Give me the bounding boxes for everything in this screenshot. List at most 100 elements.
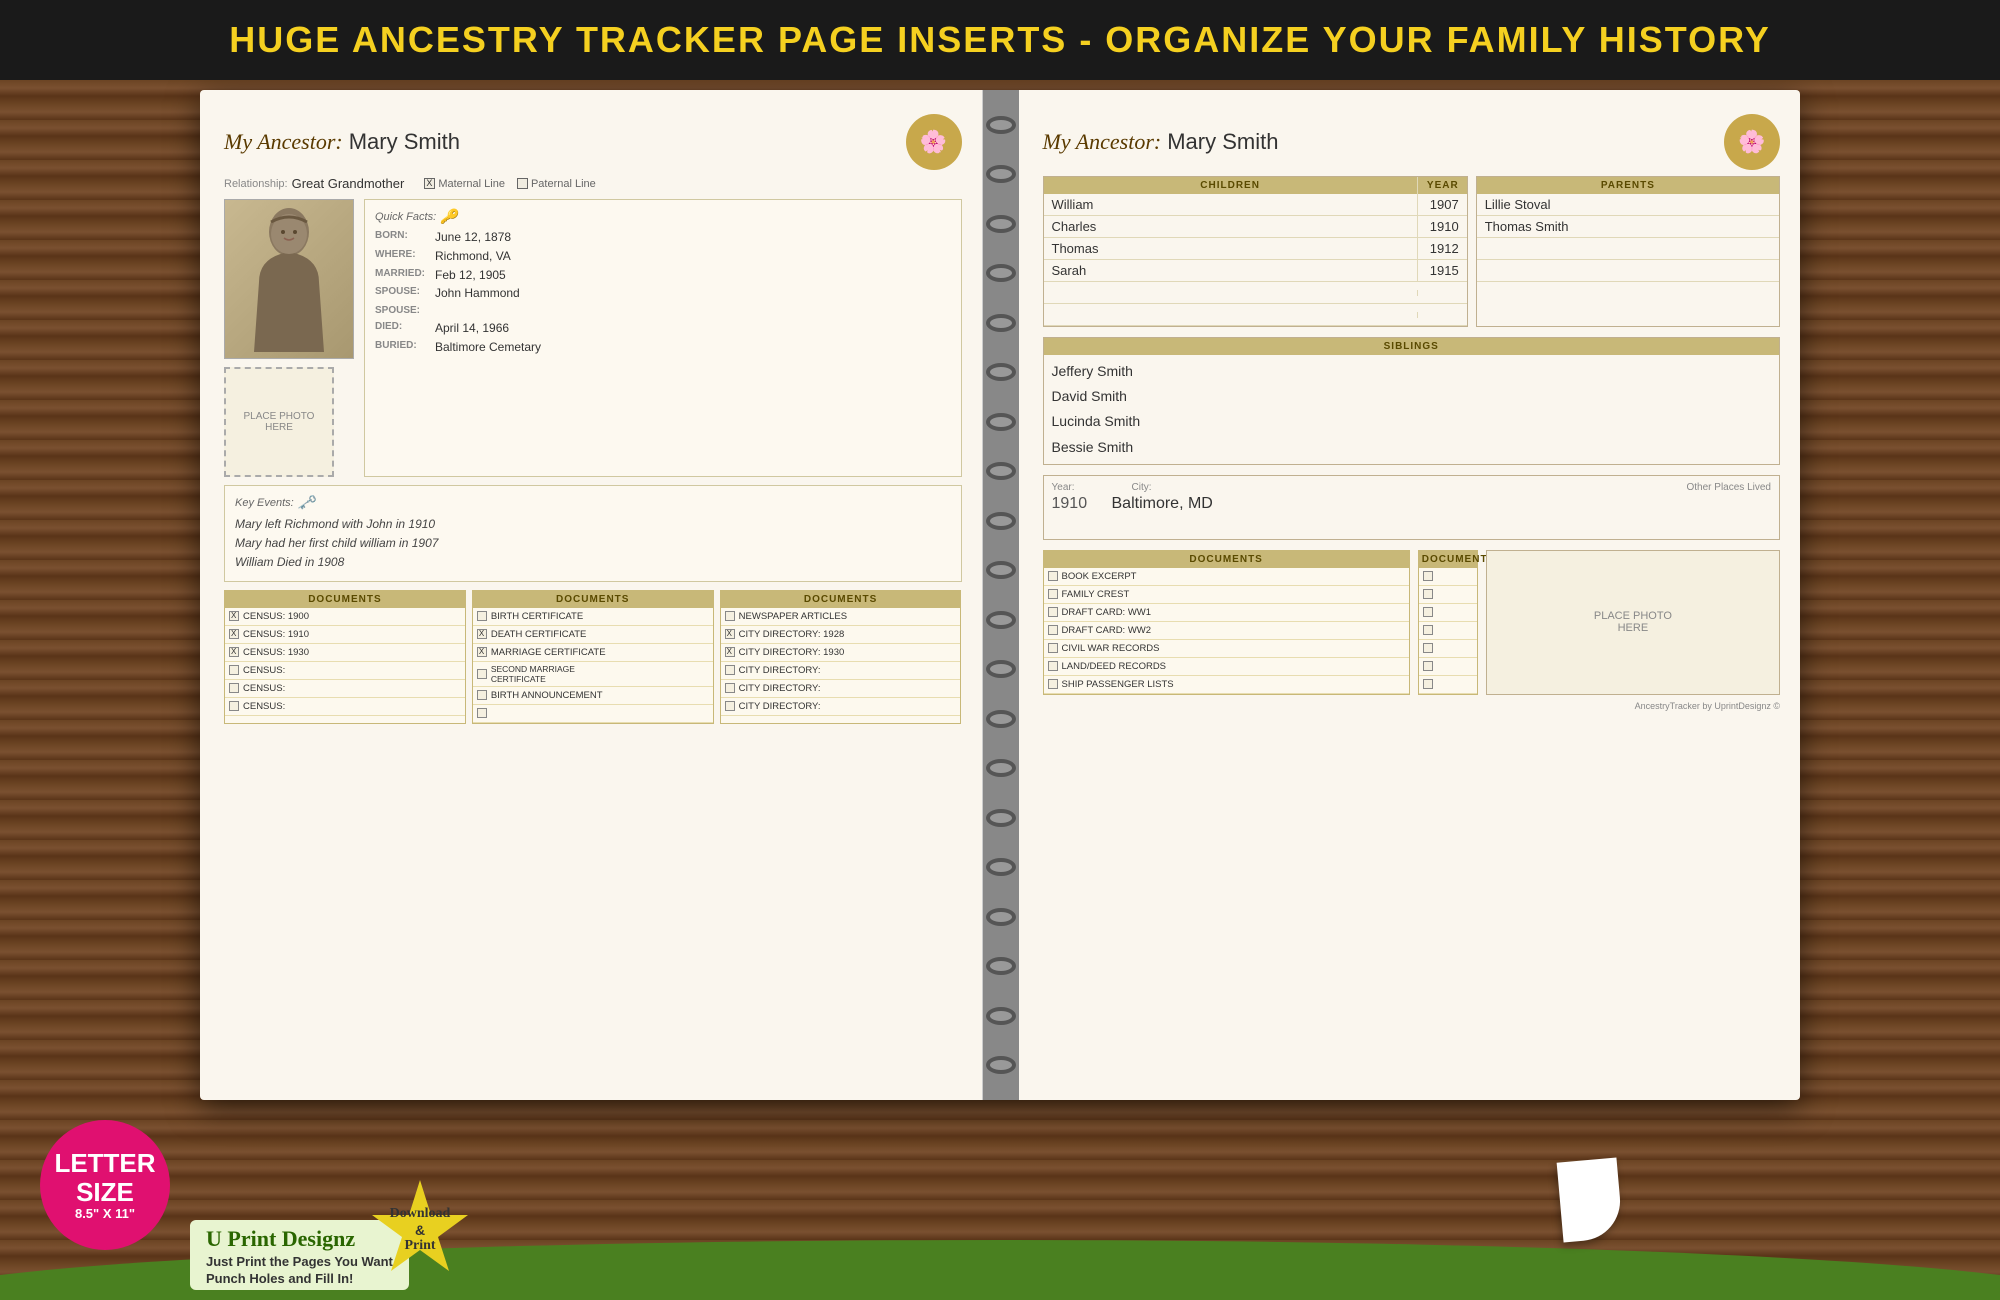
paternal-line-label: Paternal Line — [531, 178, 596, 190]
ancestor-photo — [224, 199, 354, 359]
extra-cb-7[interactable] — [1423, 679, 1433, 689]
draft-card-ww1-checkbox[interactable] — [1048, 607, 1058, 617]
extra-cb-6[interactable] — [1423, 661, 1433, 671]
right-doc-col-1: DOCUMENTS BOOK EXCERPT FAMILY CREST DRAF… — [1043, 550, 1410, 695]
sibling-david: David Smith — [1052, 384, 1772, 409]
extra-cb-1[interactable] — [1423, 571, 1433, 581]
siblings-section: SIBLINGS Jeffery Smith David Smith Lucin… — [1043, 337, 1781, 465]
family-crest: FAMILY CREST — [1044, 586, 1409, 604]
quick-facts: Quick Facts: 🔑 BORN: June 12, 1878 WHERE… — [364, 199, 962, 477]
city-dir-1930-checkbox[interactable] — [725, 647, 735, 657]
birth-cert-checkbox[interactable] — [477, 611, 487, 621]
fact-died: DIED: April 14, 1966 — [375, 320, 951, 337]
extra-cb-3[interactable] — [1423, 607, 1433, 617]
spiral-ring — [986, 264, 1016, 282]
civil-war-records: CIVIL WAR RECORDS — [1044, 640, 1409, 658]
spiral-ring — [986, 957, 1016, 975]
census-blank-2-checkbox[interactable] — [229, 683, 239, 693]
census-1930-checkbox[interactable] — [229, 647, 239, 657]
census-1910: CENSUS: 1910 — [225, 626, 465, 644]
death-cert: DEATH CERTIFICATE — [473, 626, 713, 644]
city-dir-blank-3-checkbox[interactable] — [725, 701, 735, 711]
letter-size-line2: SIZE — [76, 1178, 134, 1207]
child-blank-2 — [1044, 304, 1467, 326]
places-labels: Year: City: Other Places Lived — [1052, 482, 1772, 493]
portrait-svg — [229, 202, 349, 357]
spiral-ring — [986, 710, 1016, 728]
spiral-binding — [983, 90, 1019, 1100]
census-blank-3-checkbox[interactable] — [229, 701, 239, 711]
places-section: Year: City: Other Places Lived 1910 Balt… — [1043, 475, 1781, 540]
other-label: Other Places Lived — [1687, 482, 1772, 493]
doc-header-3: DOCUMENTS — [721, 591, 961, 608]
extra-cb-4[interactable] — [1423, 625, 1433, 635]
spiral-ring — [986, 462, 1016, 480]
parent-blank-1 — [1477, 238, 1779, 260]
children-col-header: CHILDREN — [1044, 177, 1417, 194]
city-dir-1928-checkbox[interactable] — [725, 629, 735, 639]
right-ancestor-label: My Ancestor: — [1043, 129, 1162, 155]
page-left: My Ancestor: Mary Smith 🌸 Relationship: … — [200, 90, 983, 1100]
draft-card-ww2: DRAFT CARD: WW2 — [1044, 622, 1409, 640]
cert-blank — [473, 705, 713, 723]
city-dir-1928: CITY DIRECTORY: 1928 — [721, 626, 961, 644]
child-charles: Charles 1910 — [1044, 216, 1467, 238]
right-ancestor-name: Mary Smith — [1167, 129, 1278, 155]
brand-tagline: Just Print the Pages You Want — [206, 1254, 393, 1269]
page-right: My Ancestor: Mary Smith 🌸 CHILDREN YEAR … — [1019, 90, 1801, 1100]
relationship-value: Great Grandmother — [292, 176, 405, 191]
newspaper-checkbox[interactable] — [725, 611, 735, 621]
census-blank-1-checkbox[interactable] — [229, 665, 239, 675]
ship-passenger-checkbox[interactable] — [1048, 679, 1058, 689]
city-dir-blank-2-checkbox[interactable] — [725, 683, 735, 693]
fact-married: MARRIED: Feb 12, 1905 — [375, 267, 951, 284]
city-dir-blank-1-checkbox[interactable] — [725, 665, 735, 675]
doc-col-city: DOCUMENTS NEWSPAPER ARTICLES CITY DIRECT… — [720, 590, 962, 724]
letter-size-line1: LETTER — [54, 1149, 155, 1178]
birth-announcement-checkbox[interactable] — [477, 690, 487, 700]
sibling-lucinda: Lucinda Smith — [1052, 409, 1772, 434]
family-crest-checkbox[interactable] — [1048, 589, 1058, 599]
left-ancestor-label: My Ancestor: — [224, 129, 343, 155]
left-ancestor-name: Mary Smith — [349, 129, 460, 155]
place-photo-here: PLACE PHOTO HERE — [224, 367, 334, 477]
civil-war-checkbox[interactable] — [1048, 643, 1058, 653]
place-year-1910: 1910 — [1052, 495, 1112, 513]
event-2: Mary had her first child william in 1907 — [235, 534, 951, 553]
brand-tagline2: Punch Holes and Fill In! — [206, 1271, 393, 1286]
footer-text: AncestryTracker by UprintDesignz © — [1043, 701, 1781, 711]
book-excerpt-checkbox[interactable] — [1048, 571, 1058, 581]
child-blank-1 — [1044, 282, 1467, 304]
fact-spouse2: SPOUSE: — [375, 304, 951, 318]
second-marriage-cert-checkbox[interactable] — [477, 669, 487, 679]
city-dir-1930: CITY DIRECTORY: 1930 — [721, 644, 961, 662]
child-william: William 1907 — [1044, 194, 1467, 216]
birth-announcement: BIRTH ANNOUNCEMENT — [473, 687, 713, 705]
extra-cb-2[interactable] — [1423, 589, 1433, 599]
parent-lillie: Lillie Stoval — [1477, 194, 1779, 216]
maternal-checkbox — [424, 178, 435, 189]
census-blank-2: CENSUS: — [225, 680, 465, 698]
marriage-cert-checkbox[interactable] — [477, 647, 487, 657]
sibling-jeffery: Jeffery Smith — [1052, 359, 1772, 384]
census-1910-checkbox[interactable] — [229, 629, 239, 639]
spiral-ring — [986, 413, 1016, 431]
quick-facts-title: Quick Facts: 🔑 — [375, 208, 951, 225]
draft-card-ww2-checkbox[interactable] — [1048, 625, 1058, 635]
spiral-ring — [986, 561, 1016, 579]
city-dir-blank-1: CITY DIRECTORY: — [721, 662, 961, 680]
spiral-ring — [986, 512, 1016, 530]
year-label: Year: — [1052, 482, 1132, 493]
death-cert-checkbox[interactable] — [477, 629, 487, 639]
children-parents-section: CHILDREN YEAR William 1907 Charles 1910 … — [1043, 176, 1781, 327]
cert-blank-checkbox[interactable] — [477, 708, 487, 718]
census-blank-1: CENSUS: — [225, 662, 465, 680]
banner-text: HUGE ANCESTRY TRACKER PAGE INSERTS - ORG… — [229, 19, 1771, 61]
land-deed-checkbox[interactable] — [1048, 661, 1058, 671]
census-1900-checkbox[interactable] — [229, 611, 239, 621]
photo-area: PLACE PHOTO HERE — [224, 199, 354, 477]
doc-header-2: DOCUMENTS — [473, 591, 713, 608]
left-ancestor-header: My Ancestor: Mary Smith 🌸 — [224, 114, 962, 170]
parents-col-header: PARENTS — [1477, 177, 1779, 194]
extra-cb-5[interactable] — [1423, 643, 1433, 653]
